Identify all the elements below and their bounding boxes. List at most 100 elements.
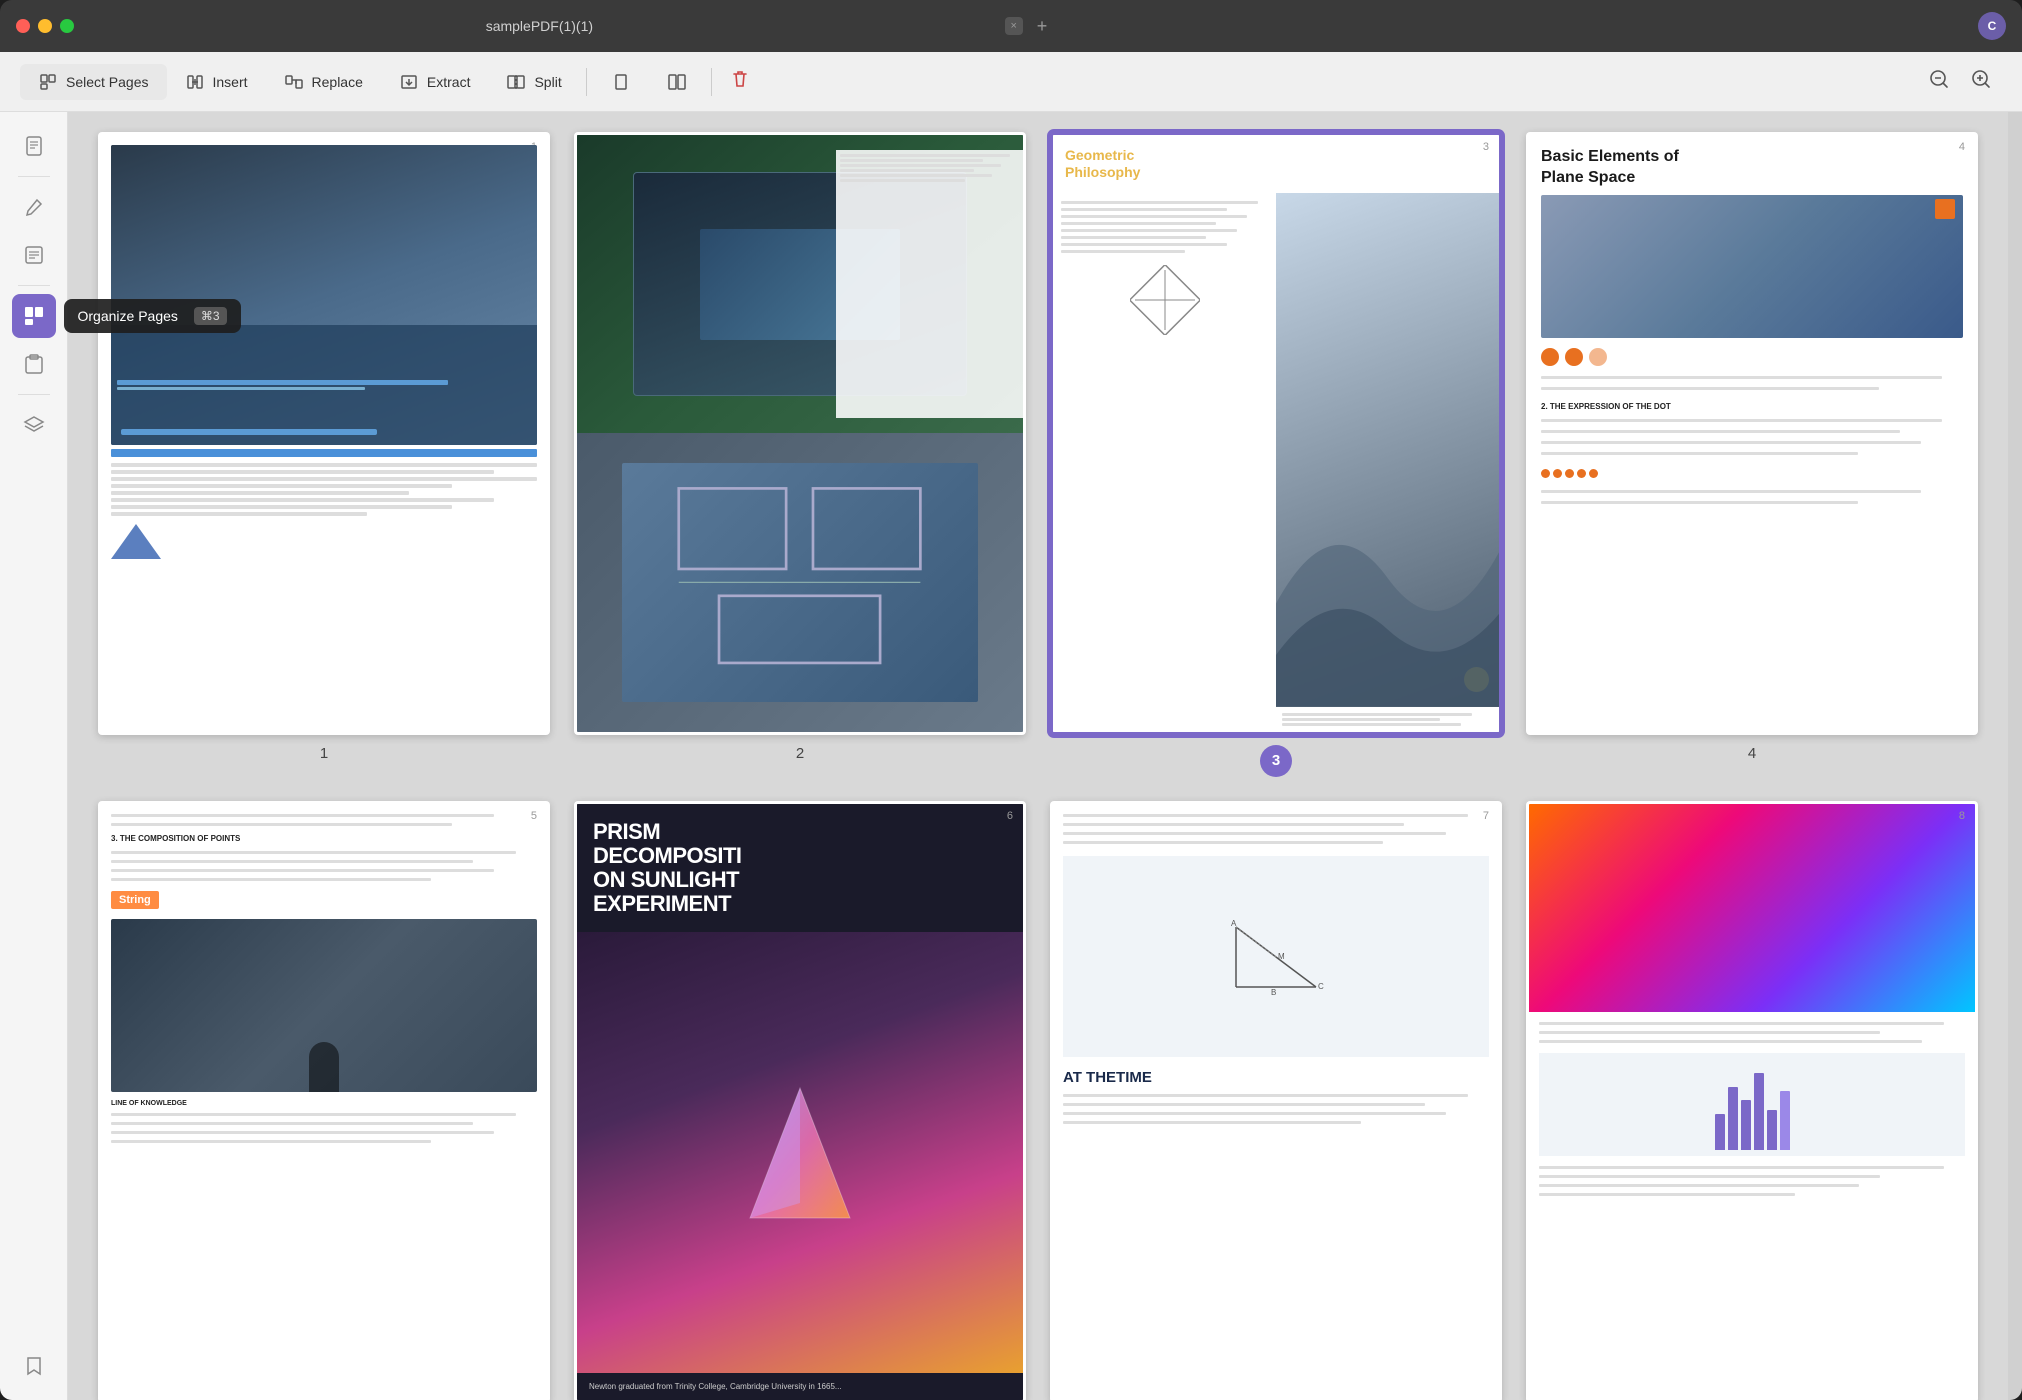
replace-icon [284, 72, 304, 92]
page-view-double-button[interactable] [649, 64, 705, 100]
svg-text:C: C [1318, 982, 1324, 991]
page-cell-3: 3 Geometric Philosophy [1050, 132, 1502, 777]
page2-content [577, 135, 1023, 732]
page2-top [577, 135, 1023, 433]
page-cell-2: 2 [574, 132, 1026, 777]
page-thumbnail-5[interactable]: 5 3. THE COMPOSITION OF POINTS String [98, 801, 550, 1400]
left-sidebar: Organize Pages ⌘3 [0, 112, 68, 1400]
toolbar-divider-1 [586, 68, 587, 96]
page-number-1: 1 [320, 745, 328, 762]
page-number-2: 2 [796, 745, 804, 762]
tooltip-shortcut: ⌘3 [194, 307, 227, 325]
page3-content: Geometric Philosophy [1053, 135, 1499, 732]
maximize-traffic-light[interactable] [60, 19, 74, 33]
sidebar-separator-2 [18, 285, 50, 286]
page5-content: 3. THE COMPOSITION OF POINTS String [101, 804, 547, 1400]
page-thumbnail-4[interactable]: 4 Basic Elements ofPlane Space [1526, 132, 1978, 735]
sidebar-btn-organize[interactable] [12, 294, 56, 338]
content-area[interactable]: 1 [68, 112, 2008, 1400]
page-cell-8: 8 [1526, 801, 1978, 1400]
page-view-single-button[interactable] [593, 64, 649, 100]
main-window: samplePDF(1)(1) × + C Select Pages [0, 0, 2022, 1400]
page1-text-lines [111, 463, 537, 516]
page-cell-5: 5 3. THE COMPOSITION OF POINTS String [98, 801, 550, 1400]
active-indicator [42, 300, 50, 308]
replace-button[interactable]: Replace [266, 64, 381, 100]
page3-left [1053, 193, 1276, 732]
tooltip-label: Organize Pages [78, 308, 178, 324]
text-line [111, 477, 537, 481]
insert-button[interactable]: Insert [167, 64, 266, 100]
page-corner-num-3: 3 [1483, 141, 1489, 153]
page-thumbnail-2[interactable]: 2 [574, 132, 1026, 735]
svg-text:B: B [1271, 988, 1276, 997]
sidebar-btn-notes[interactable] [12, 233, 56, 277]
sidebar-btn-layers[interactable] [12, 403, 56, 447]
page3-title: Geometric Philosophy [1065, 147, 1487, 181]
page-view-double-icon [667, 72, 687, 92]
extract-button[interactable]: Extract [381, 64, 489, 100]
insert-icon [185, 72, 205, 92]
page6-prism-image [577, 932, 1023, 1373]
new-tab-button[interactable]: + [1037, 16, 1048, 37]
page-grid: 1 [98, 132, 1978, 1400]
page-number-badge-3: 3 [1260, 745, 1292, 777]
text-line [111, 491, 409, 495]
text-line [111, 498, 494, 502]
zoom-out-button[interactable] [1918, 60, 1960, 104]
close-traffic-light[interactable] [16, 19, 30, 33]
replace-label: Replace [312, 74, 363, 90]
page3-right [1276, 193, 1499, 732]
title-bar: samplePDF(1)(1) × + C [0, 0, 2022, 52]
text-line [111, 470, 494, 474]
page-cell-6: 6 PRISMDECOMPOSITION SUNLIGHTEXPERIMENT [574, 801, 1026, 1400]
window-title: samplePDF(1)(1) [84, 18, 995, 34]
split-button[interactable]: Split [488, 64, 579, 100]
page-corner-num-6: 6 [1007, 810, 1013, 822]
sidebar-btn-bookmark[interactable] [12, 1344, 56, 1388]
main-layout: Organize Pages ⌘3 [0, 112, 2022, 1400]
page-corner-num-4: 4 [1959, 141, 1965, 153]
page-thumbnail-1[interactable]: 1 [98, 132, 550, 735]
page3-header: Geometric Philosophy [1053, 135, 1499, 193]
split-icon [506, 72, 526, 92]
extract-label: Extract [427, 74, 471, 90]
page-corner-num-5: 5 [531, 810, 537, 822]
page-thumbnail-7[interactable]: 7 B [1050, 801, 1502, 1400]
page-thumbnail-6[interactable]: 6 PRISMDECOMPOSITION SUNLIGHTEXPERIMENT [574, 801, 1026, 1400]
page6-header: PRISMDECOMPOSITION SUNLIGHTEXPERIMENT [577, 804, 1023, 933]
page-corner-num-7: 7 [1483, 810, 1489, 822]
page-view-single-icon [611, 72, 631, 92]
trash-button[interactable] [718, 61, 762, 102]
sidebar-btn-clipboard[interactable] [12, 342, 56, 386]
page-cell-1: 1 [98, 132, 550, 777]
page-cell-7: 7 B [1050, 801, 1502, 1400]
page2-bottom-image [577, 433, 1023, 731]
page-cell-4: 4 Basic Elements ofPlane Space [1526, 132, 1978, 777]
zoom-in-button[interactable] [1960, 60, 2002, 104]
page-number-4: 4 [1748, 745, 1756, 762]
avatar: C [1978, 12, 2006, 40]
sidebar-separator-3 [18, 394, 50, 395]
split-label: Split [534, 74, 561, 90]
text-line [111, 463, 537, 467]
insert-label: Insert [213, 74, 248, 90]
page1-content [101, 135, 547, 732]
page4-image [1541, 195, 1963, 338]
page3-body [1053, 193, 1499, 732]
page-thumbnail-8[interactable]: 8 [1526, 801, 1978, 1400]
right-scrollbar-panel [2008, 112, 2022, 1400]
select-pages-button[interactable]: Select Pages [20, 64, 167, 100]
page4-content: Basic Elements ofPlane Space [1529, 135, 1975, 732]
tab-close-button[interactable]: × [1005, 17, 1023, 35]
extract-icon [399, 72, 419, 92]
page1-image [111, 145, 537, 445]
page-thumbnail-3[interactable]: 3 Geometric Philosophy [1050, 132, 1502, 735]
traffic-lights [16, 19, 74, 33]
organize-tooltip: Organize Pages ⌘3 [64, 299, 241, 333]
minimize-traffic-light[interactable] [38, 19, 52, 33]
text-line [111, 505, 452, 509]
sidebar-btn-edit[interactable] [12, 185, 56, 229]
sidebar-btn-document[interactable] [12, 124, 56, 168]
svg-text:A: A [1231, 919, 1237, 928]
